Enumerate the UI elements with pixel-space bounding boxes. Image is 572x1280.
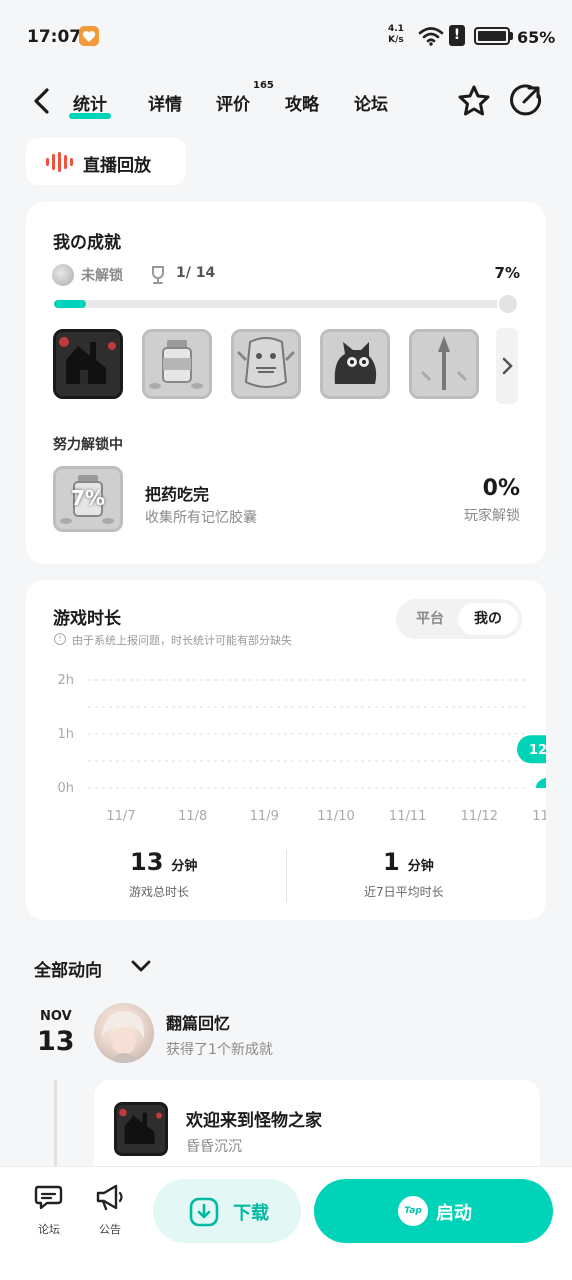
haunted-house-icon — [114, 1102, 168, 1156]
haunted-house-icon[interactable] — [53, 329, 123, 399]
focus-achievement-percent-label: 玩家解锁 — [464, 508, 520, 524]
focus-achievement-percent: 0% — [482, 476, 520, 501]
avg-playtime: 1 分钟 — [383, 848, 434, 876]
achievement-progress-bar — [54, 300, 514, 308]
feed-filter-dropdown[interactable]: 全部动向 — [34, 956, 102, 981]
playtime-segment: 平台 我の — [396, 599, 522, 639]
badges-next-button[interactable] — [496, 328, 518, 404]
playtime-title: 游戏时长 — [53, 609, 121, 629]
focus-achievement-badge[interactable]: 7% — [53, 466, 123, 532]
megaphone-icon — [96, 1184, 123, 1211]
achievement-progress-fill — [54, 300, 87, 308]
achievements-title: 我の成就 — [53, 233, 121, 253]
chart-bar — [536, 777, 546, 788]
trophy-icon — [152, 266, 164, 284]
live-replay-label: 直播回放 — [83, 156, 151, 176]
feed-action-text: 获得了1个新成就 — [166, 1042, 273, 1058]
back-arrow-icon[interactable] — [30, 86, 54, 116]
tab-stats[interactable]: 统计 — [69, 90, 111, 119]
segment-mine[interactable]: 我の — [458, 603, 518, 635]
chart-data-label: 12分钟 — [529, 742, 546, 758]
total-playtime-label: 游戏总时长 — [129, 885, 190, 899]
taptap-logo-icon: Tap — [398, 1196, 428, 1226]
forum-label: 论坛 — [38, 1223, 60, 1236]
share-icon[interactable] — [509, 83, 543, 117]
locked-label: 未解锁 — [81, 268, 123, 284]
tab-forum[interactable]: 论坛 — [354, 90, 388, 115]
segment-platform[interactable]: 平台 — [400, 603, 460, 635]
alert-icon: ! — [449, 25, 465, 46]
notice-label: 公告 — [99, 1223, 121, 1236]
feed-achievement-subtitle: 昏昏沉沉 — [186, 1139, 242, 1155]
black-cat-icon[interactable] — [320, 329, 390, 399]
battery-percent: 65% — [517, 28, 556, 47]
status-bar: 17:07 4.1 K/s ! 65% — [0, 0, 572, 72]
info-icon: ! — [54, 633, 66, 645]
tab-details[interactable]: 详情 — [148, 90, 182, 115]
timeline-line — [54, 1080, 57, 1170]
focus-achievement-subtitle: 收集所有记忆胶囊 — [145, 510, 257, 526]
playtime-note: 由于系统上报问题，时长统计可能有部分缺失 — [72, 634, 292, 647]
star-icon[interactable] — [456, 83, 492, 119]
top-nav: 统计 详情 评价 165 攻略 论坛 — [0, 80, 572, 124]
tab-guides[interactable]: 攻略 — [285, 90, 319, 115]
x-tick-label: 11/8 — [178, 809, 207, 824]
spear-icon[interactable] — [409, 329, 479, 399]
focus-achievement-title: 把药吃完 — [145, 485, 210, 504]
feed-achievement-card[interactable]: 欢迎来到怪物之家 昏昏沉沉 — [94, 1080, 540, 1180]
y-tick-label: 0h — [57, 781, 74, 796]
achievements-card: 我の成就 未解锁 1/ 14 7% 努力解锁中 7% 把药吃完 收集所有记忆胶囊… — [26, 202, 546, 564]
achievement-percent: 7% — [494, 264, 520, 282]
playtime-chart: 0h 1h 2h 11/7 11/8 11/9 11/10 11/11 11/12 11/13 12… — [57, 673, 546, 824]
launch-label: 启动 — [436, 1203, 472, 1224]
x-tick-label: 11/12 — [461, 809, 498, 824]
live-bars-icon — [46, 152, 73, 172]
launch-button[interactable]: Tap 启动 — [314, 1179, 553, 1243]
feed-date-day: 13 — [37, 1026, 75, 1057]
y-tick-label: 2h — [57, 673, 74, 688]
x-tick-label: 11/10 — [317, 809, 354, 824]
heart-app-icon — [79, 26, 99, 46]
playtime-card: 游戏时长 ! 由于系统上报问题，时长统计可能有部分缺失 平台 我の 0h 1h 2h… — [26, 580, 546, 920]
locked-medal-icon — [52, 264, 74, 286]
achievement-count: 1/ 14 — [176, 265, 216, 281]
chevron-down-icon[interactable] — [130, 958, 152, 974]
y-tick-label: 1h — [57, 727, 74, 742]
download-label: 下载 — [233, 1203, 269, 1224]
progress-end-medal-icon — [497, 293, 519, 315]
bottom-bar: 论坛 公告 下载 Tap 启动 — [0, 1166, 572, 1280]
wifi-icon — [418, 27, 444, 46]
avatar[interactable] — [94, 1003, 154, 1063]
in-progress-label: 努力解锁中 — [53, 437, 123, 453]
x-tick-label: 11/7 — [106, 809, 135, 824]
x-tick-label: 11/9 — [250, 809, 279, 824]
status-time: 17:07 — [27, 27, 82, 47]
notice-button[interactable]: 公告 — [85, 1183, 135, 1237]
creature-face-icon[interactable] — [231, 329, 301, 399]
live-replay-button[interactable]: 直播回放 — [26, 138, 186, 185]
x-tick-label: 11/13 — [532, 809, 546, 824]
x-tick-label: 11/11 — [389, 809, 426, 824]
chevron-right-icon — [502, 357, 513, 375]
focus-badge-percent: 7% — [71, 486, 105, 510]
download-button[interactable]: 下载 — [153, 1179, 301, 1243]
feed-date-month: NOV — [40, 1009, 72, 1024]
achievement-badges — [53, 329, 523, 405]
network-speed: 4.1 K/s — [388, 24, 404, 45]
download-icon — [189, 1197, 219, 1227]
feed-user-name[interactable]: 翻篇回忆 — [166, 1010, 230, 1034]
reviews-count-badge: 165 — [253, 80, 274, 91]
feed-achievement-title: 欢迎来到怪物之家 — [186, 1111, 322, 1131]
avg-playtime-label: 近7日平均时长 — [364, 885, 444, 899]
battery-icon — [474, 27, 510, 45]
medicine-bottle-icon[interactable] — [142, 329, 212, 399]
total-playtime: 13 分钟 — [130, 848, 198, 876]
chat-bubble-icon — [34, 1185, 63, 1210]
tab-reviews[interactable]: 评价 — [216, 90, 250, 115]
forum-button[interactable]: 论坛 — [24, 1183, 74, 1237]
